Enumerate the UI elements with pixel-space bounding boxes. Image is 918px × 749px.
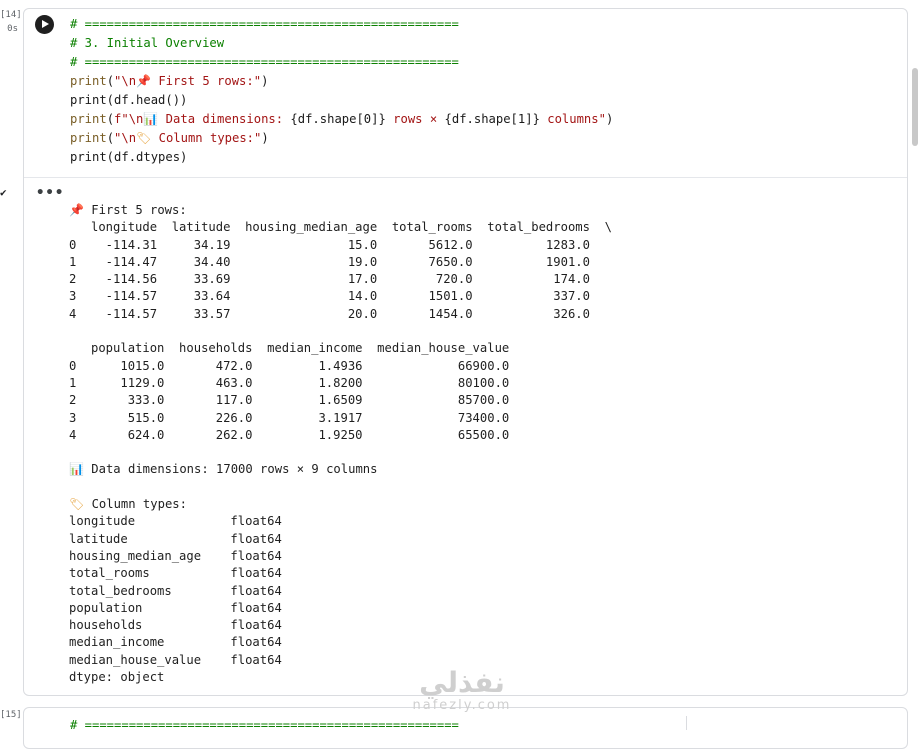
code-string: f"\n (114, 112, 144, 126)
code-line-3: # ======================================… (70, 55, 459, 69)
code-paren: ) (261, 74, 269, 88)
execution-count: [14] 0s (0, 8, 22, 36)
code-string: "\n (114, 74, 137, 88)
code-line-5: print(df.head()) (70, 93, 188, 107)
output-actions-menu-icon[interactable]: ••• (36, 185, 64, 201)
next-execution-count: [15] (0, 710, 22, 720)
table1-header: longitude latitude housing_median_age to… (69, 220, 612, 235)
code-paren: ) (605, 112, 614, 126)
table-row: 3 -114.57 33.64 14.0 1501.0 337.0 (69, 289, 590, 304)
code-string: columns" (539, 112, 606, 126)
label-tag-icon: 🏷 (136, 131, 152, 145)
code-string: "\n (114, 131, 137, 145)
watermark-latin: nafezly.com (412, 698, 512, 713)
run-cell-button[interactable] (35, 15, 54, 34)
execution-time: 0s (7, 24, 18, 34)
output-divider (24, 177, 907, 178)
code-fstring-expr: {df.shape[0]} (290, 112, 386, 126)
code-string: Column types:" (151, 131, 262, 145)
table-row: 2 333.0 117.0 1.6509 85700.0 (69, 393, 510, 408)
table-row: 1 -114.47 34.40 19.0 7650.0 1901.0 (69, 254, 590, 269)
data-dimensions-text: Data dimensions: 17000 rows × 9 columns (83, 462, 378, 477)
watermark: نفذلي nafezly.com (402, 666, 522, 714)
dtype-row: median_house_value float64 (69, 652, 282, 667)
column-types-title: Column types: (84, 497, 187, 512)
code-fstring-expr: {df.shape[1]} (444, 112, 540, 126)
code-string: rows × (385, 112, 445, 126)
code-paren: ) (261, 131, 269, 145)
output-head-title: First 5 rows: (83, 203, 187, 217)
code-paren: ( (106, 74, 115, 88)
pushpin-icon: 📌 (69, 203, 84, 217)
code-paren: ( (106, 112, 115, 126)
table-row: 4 624.0 262.0 1.9250 65500.0 (69, 427, 510, 442)
table-row: 0 1015.0 472.0 1.4936 66900.0 (69, 358, 510, 373)
table2-header: population households median_income medi… (69, 341, 510, 356)
execution-count-label: [14] (0, 10, 22, 20)
dtype-row: total_bedrooms float64 (69, 583, 282, 598)
code-paren: ( (106, 131, 115, 145)
table-row: 4 -114.57 33.57 20.0 1454.0 326.0 (69, 306, 590, 321)
bar-chart-icon: 📊 (143, 112, 159, 126)
table-row: 0 -114.31 34.19 15.0 5612.0 1283.0 (69, 237, 590, 252)
dtype-row: households float64 (69, 618, 282, 633)
dtype-row: latitude float64 (69, 531, 282, 546)
table-row: 2 -114.56 33.69 17.0 720.0 174.0 (69, 272, 590, 287)
code-editor[interactable]: # ======================================… (70, 15, 613, 167)
label-tag-icon: 🏷 (69, 497, 85, 512)
code-line-1: # ======================================… (70, 17, 459, 31)
table-row: 3 515.0 226.0 3.1917 73400.0 (69, 410, 510, 425)
code-line-2: # 3. Initial Overview (70, 36, 225, 50)
dtype-row: total_rooms float64 (69, 566, 282, 581)
watermark-arabic: نفذلي (419, 666, 505, 699)
dtype-footer: dtype: object (69, 670, 165, 685)
dtype-row: longitude float64 (69, 514, 282, 529)
code-print-fn: print (70, 112, 107, 126)
code-print-fn: print (70, 74, 107, 88)
code-line-8: print(df.dtypes) (70, 150, 188, 164)
code-string: First 5 rows:" (151, 74, 262, 88)
table-row: 1 1129.0 463.0 1.8200 80100.0 (69, 375, 510, 390)
pushpin-icon: 📌 (136, 74, 151, 88)
cell-output: 📌 First 5 rows: longitude latitude housi… (69, 202, 612, 686)
scrollbar-thumb[interactable] (912, 68, 918, 146)
bar-chart-icon: 📊 (69, 462, 84, 477)
code-print-fn: print (70, 131, 107, 145)
next-code-line: # ======================================… (70, 718, 459, 732)
code-string: Data dimensions: (158, 112, 291, 126)
checkmark-icon: ✔ (0, 186, 7, 199)
editor-ruler (686, 716, 687, 730)
dtype-row: housing_median_age float64 (69, 548, 282, 563)
dtype-row: population float64 (69, 600, 282, 615)
dtype-row: median_income float64 (69, 635, 282, 650)
